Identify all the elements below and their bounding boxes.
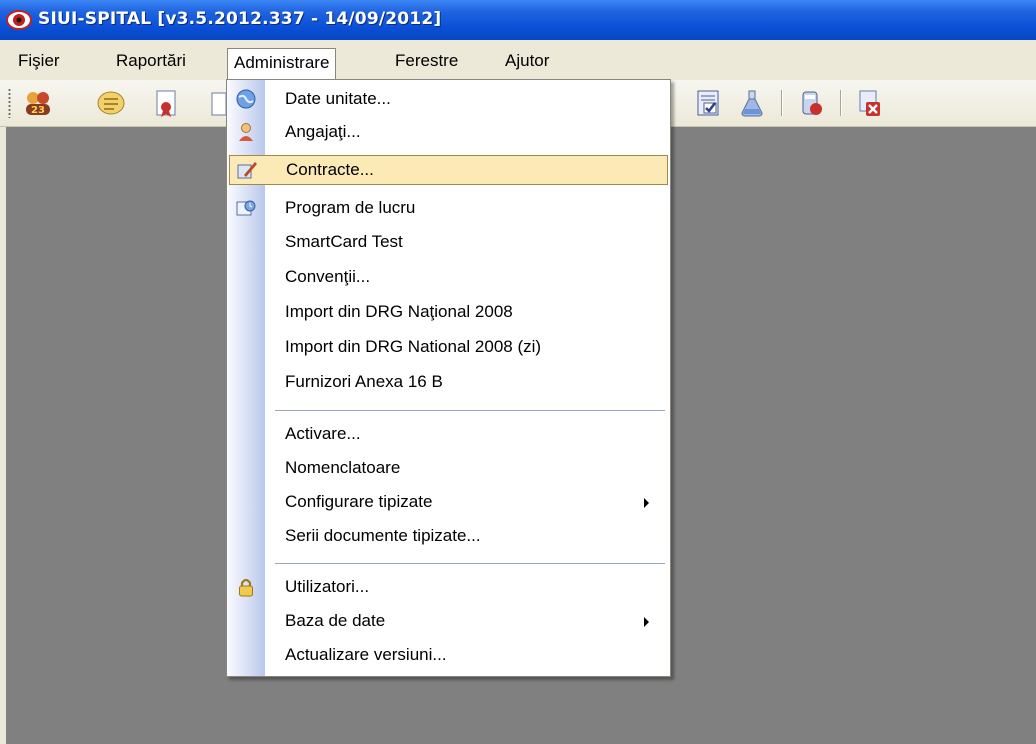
menu-separator — [275, 410, 665, 411]
checklist-icon[interactable] — [692, 87, 724, 119]
menu-ajutor[interactable]: Ajutor — [499, 47, 555, 75]
app-window: SIUI-SPITAL [v3.5.2012.337 - 14/09/2012]… — [0, 0, 1036, 744]
menu-item-label: Convenţii... — [285, 267, 371, 286]
svg-text:23: 23 — [31, 105, 45, 116]
menu-item-nomenclatoare[interactable]: Nomenclatoare — [227, 452, 670, 484]
menu-item-label: Serii documente tipizate... — [285, 526, 481, 545]
drug-icon[interactable] — [796, 87, 828, 119]
menu-item-serii-documente[interactable]: Serii documente tipizate... — [227, 520, 670, 552]
toolbar-grip[interactable] — [8, 88, 11, 118]
menu-item-label: Date unitate... — [285, 89, 391, 108]
menu-item-label: Contracte... — [286, 160, 374, 179]
menu-bar: Fişier Raportări Administrare Ferestre A… — [0, 40, 1036, 80]
menu-raportari[interactable]: Raportări — [110, 47, 192, 75]
toolbar-separator — [840, 90, 842, 116]
menu-item-label: Import din DRG Naţional 2008 — [285, 302, 513, 321]
menu-item-label: SmartCard Test — [285, 232, 403, 251]
menu-item-program-de-lucru[interactable]: Program de lucru — [227, 192, 670, 224]
menu-item-label: Activare... — [285, 424, 361, 443]
title-bar[interactable]: SIUI-SPITAL [v3.5.2012.337 - 14/09/2012] — [0, 0, 1036, 40]
menu-item-actualizare-versiuni[interactable]: Actualizare versiuni... — [227, 639, 670, 671]
menu-item-label: Nomenclatoare — [285, 458, 401, 477]
menu-item-label: Utilizatori... — [285, 577, 370, 596]
person-icon — [239, 123, 253, 141]
notes-icon[interactable] — [95, 87, 127, 119]
pen-document-icon — [237, 162, 257, 179]
menu-item-label: Configurare tipizate — [285, 492, 433, 511]
menu-item-activare[interactable]: Activare... — [227, 418, 670, 450]
eye-logo-icon — [6, 10, 32, 30]
menu-item-import-drg-2008[interactable]: Import din DRG Naţional 2008 — [227, 296, 670, 328]
menu-item-label: Furnizori Anexa 16 B — [285, 372, 443, 391]
menu-item-baza-de-date[interactable]: Baza de date — [227, 605, 670, 637]
users-icon[interactable]: 23 — [22, 87, 54, 119]
menu-administrare[interactable]: Administrare — [227, 48, 337, 79]
document-ribbon-icon[interactable] — [150, 87, 182, 119]
lock-icon — [239, 578, 253, 597]
menu-item-contracte[interactable]: Contracte... — [229, 155, 668, 185]
menu-item-label: Actualizare versiuni... — [285, 645, 447, 664]
schedule-icon — [236, 200, 256, 216]
menu-separator — [275, 563, 665, 564]
globe-icon — [236, 89, 256, 109]
toolbar-separator — [781, 90, 783, 116]
menu-item-date-unitate[interactable]: Date unitate... — [227, 83, 670, 115]
menu-item-angajati[interactable]: Angajaţi... — [227, 116, 670, 148]
menu-item-furnizori-anexa[interactable]: Furnizori Anexa 16 B — [227, 366, 670, 398]
menu-item-configurare-tipizate[interactable]: Configurare tipizate — [227, 486, 670, 518]
flask-icon[interactable] — [736, 87, 768, 119]
menu-item-label: Angajaţi... — [285, 122, 361, 141]
menu-item-conventii[interactable]: Convenţii... — [227, 261, 670, 293]
submenu-arrow-icon — [644, 617, 649, 627]
menu-item-smartcard-test[interactable]: SmartCard Test — [227, 226, 670, 258]
delete-document-icon[interactable] — [852, 87, 884, 119]
window-title: SIUI-SPITAL [v3.5.2012.337 - 14/09/2012] — [38, 9, 442, 29]
menu-item-label: Import din DRG National 2008 (zi) — [285, 337, 542, 356]
submenu-arrow-icon — [644, 498, 649, 508]
menu-ferestre[interactable]: Ferestre — [389, 47, 464, 75]
administrare-dropdown-menu: Date unitate... Angajaţi... Contracte...… — [226, 79, 671, 677]
menu-item-label: Baza de date — [285, 611, 386, 630]
menu-item-import-drg-2008-zi[interactable]: Import din DRG National 2008 (zi) — [227, 331, 670, 363]
menu-item-utilizatori[interactable]: Utilizatori... — [227, 571, 670, 603]
menu-item-label: Program de lucru — [285, 198, 416, 217]
menu-fisier[interactable]: Fişier — [12, 47, 66, 75]
